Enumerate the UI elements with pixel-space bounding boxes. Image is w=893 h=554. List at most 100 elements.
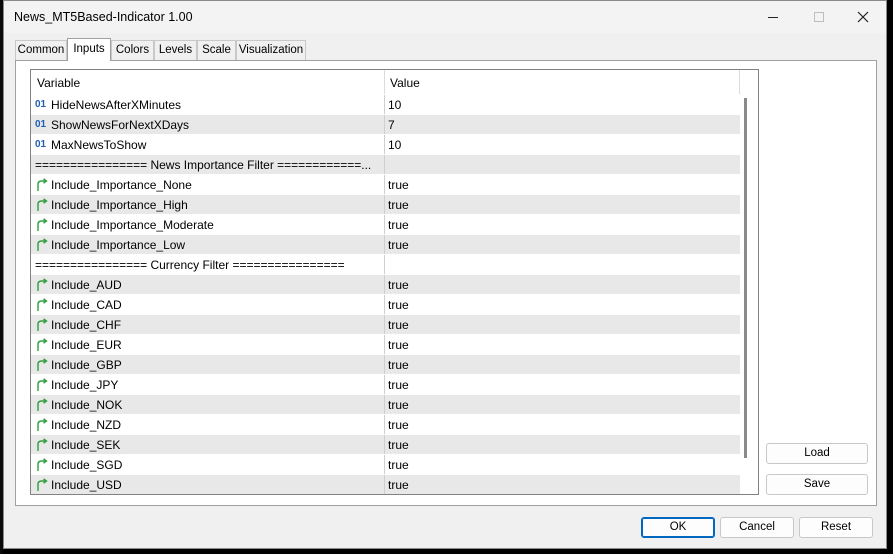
minimize-button[interactable] (750, 1, 796, 33)
table-row[interactable]: Include_Importance_Moderate true (31, 214, 740, 235)
bool-icon (35, 338, 49, 352)
int-icon: 01 (35, 139, 47, 150)
table-row[interactable]: Include_EUR true (31, 334, 740, 355)
bool-icon (35, 378, 49, 392)
int-icon: 01 (35, 99, 47, 110)
table-row[interactable]: Include_JPY true (31, 374, 740, 395)
table-row[interactable]: Include_Importance_High true (31, 194, 740, 215)
bool-icon (35, 438, 49, 452)
variable-value[interactable]: true (388, 338, 409, 352)
minimize-icon (768, 17, 778, 18)
dialog-window: News_MT5Based-Indicator 1.00 Common Inpu… (3, 0, 887, 549)
maximize-button (796, 1, 842, 33)
tab-scale[interactable]: Scale (197, 40, 236, 60)
variable-value[interactable]: true (388, 378, 409, 392)
tab-inputs[interactable]: Inputs (67, 38, 111, 61)
table-row[interactable]: Include_CAD true (31, 294, 740, 315)
separator-row[interactable]: ================ News Importance Filter … (31, 154, 740, 175)
variable-value[interactable]: true (388, 438, 409, 452)
bool-icon (35, 178, 49, 192)
separator-row[interactable]: ================ Currency Filter =======… (31, 254, 740, 275)
close-button[interactable] (840, 1, 886, 33)
variable-name: Include_AUD (51, 278, 122, 292)
variable-name: Include_JPY (51, 378, 119, 392)
variable-value[interactable]: true (388, 278, 409, 292)
table-row[interactable]: Include_CHF true (31, 314, 740, 335)
variable-value[interactable]: true (388, 418, 409, 432)
table-row[interactable]: 01 MaxNewsToShow 10 (31, 134, 740, 155)
int-icon: 01 (35, 119, 47, 130)
variable-value[interactable]: true (388, 218, 409, 232)
variable-name: Include_NOK (51, 398, 123, 412)
vertical-scrollbar[interactable] (744, 98, 747, 458)
cancel-button[interactable]: Cancel (720, 517, 794, 538)
tab-levels[interactable]: Levels (154, 40, 197, 60)
table-row[interactable]: Include_Importance_Low true (31, 234, 740, 255)
bool-icon (35, 458, 49, 472)
variable-name: MaxNewsToShow (51, 138, 147, 152)
variable-name: Include_Importance_High (51, 198, 188, 212)
variable-value[interactable]: 7 (388, 118, 395, 132)
variable-name: Include_SEK (51, 438, 121, 452)
variable-value[interactable]: true (388, 178, 409, 192)
variable-name: HideNewsAfterXMinutes (51, 98, 182, 112)
variable-value[interactable]: true (388, 318, 409, 332)
variable-value[interactable]: true (388, 458, 409, 472)
inputs-grid: Variable Value 01 HideNewsAfterXMinutes 10… (30, 69, 759, 495)
table-row[interactable]: Include_AUD true (31, 274, 740, 295)
variable-name: Include_NZD (51, 418, 122, 432)
variable-value[interactable]: true (388, 238, 409, 252)
table-row[interactable]: Include_USD true (31, 474, 740, 494)
variable-value[interactable]: true (388, 298, 409, 312)
bool-icon (35, 198, 49, 212)
bool-icon (35, 218, 49, 232)
variable-value[interactable]: true (388, 398, 409, 412)
load-button[interactable]: Load (766, 443, 868, 464)
grid-header: Variable Value (31, 70, 740, 94)
header-value[interactable]: Value (390, 76, 420, 90)
header-variable[interactable]: Variable (37, 76, 80, 90)
table-row[interactable]: Include_NZD true (31, 414, 740, 435)
tab-visualization[interactable]: Visualization (236, 40, 306, 60)
maximize-icon (814, 12, 824, 22)
table-row[interactable]: Include_NOK true (31, 394, 740, 415)
reset-button[interactable]: Reset (799, 517, 873, 538)
variable-value[interactable]: 10 (388, 138, 401, 152)
bool-icon (35, 418, 49, 432)
table-row[interactable]: Include_SEK true (31, 434, 740, 455)
inputs-panel: Variable Value 01 HideNewsAfterXMinutes 10… (15, 60, 877, 506)
bool-icon (35, 318, 49, 332)
variable-name: Include_Importance_Moderate (51, 218, 214, 232)
save-button[interactable]: Save (766, 474, 868, 495)
tab-common[interactable]: Common (15, 40, 67, 60)
variable-name: Include_USD (51, 478, 122, 492)
bool-icon (35, 238, 49, 252)
table-row[interactable]: Include_GBP true (31, 354, 740, 375)
variable-name: Include_Importance_Low (51, 238, 186, 252)
bool-icon (35, 278, 49, 292)
variable-name: ================ Currency Filter =======… (35, 258, 345, 272)
variable-name: Include_GBP (51, 358, 122, 372)
window-title: News_MT5Based-Indicator 1.00 (14, 10, 193, 24)
close-icon (857, 11, 869, 23)
table-row[interactable]: Include_SGD true (31, 454, 740, 475)
variable-name: ================ News Importance Filter … (35, 158, 372, 172)
bool-icon (35, 398, 49, 412)
variable-value[interactable]: true (388, 358, 409, 372)
variable-name: Include_SGD (51, 458, 123, 472)
table-row[interactable]: 01 HideNewsAfterXMinutes 10 (31, 94, 740, 115)
bool-icon (35, 478, 49, 492)
tab-colors[interactable]: Colors (111, 40, 154, 60)
ok-button[interactable]: OK (641, 517, 715, 538)
variable-name: Include_EUR (51, 338, 122, 352)
variable-value[interactable]: true (388, 198, 409, 212)
table-row[interactable]: 01 ShowNewsForNextXDays 7 (31, 114, 740, 135)
bool-icon (35, 358, 49, 372)
variable-name: Include_CHF (51, 318, 122, 332)
variable-name: ShowNewsForNextXDays (51, 118, 190, 132)
variable-value[interactable]: true (388, 478, 409, 492)
variable-value[interactable]: 10 (388, 98, 401, 112)
table-row[interactable]: Include_Importance_None true (31, 174, 740, 195)
variable-name: Include_Importance_None (51, 178, 192, 192)
title-bar: News_MT5Based-Indicator 1.00 (4, 1, 886, 33)
